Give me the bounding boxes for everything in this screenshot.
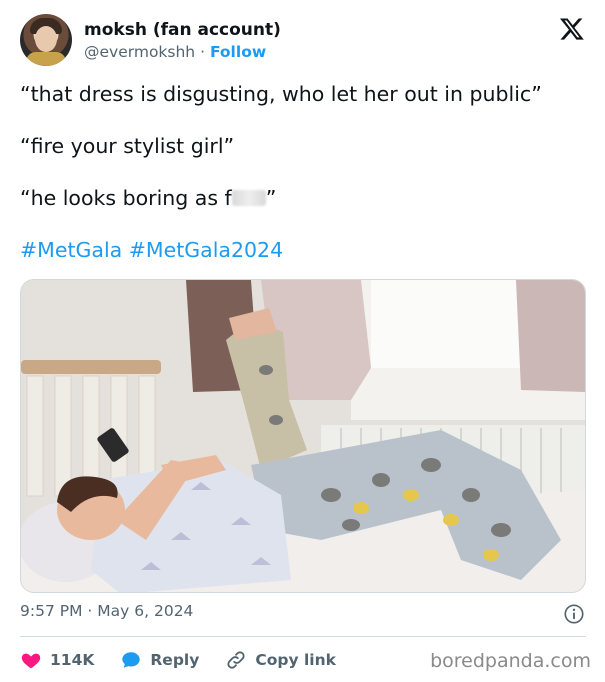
tweet-text-line-2: “fire your stylist girl”: [20, 134, 235, 158]
tweet-text-line-1: “that dress is disgusting, who let her o…: [20, 82, 542, 106]
photo-illustration: [21, 280, 585, 592]
line-3-suffix: ”: [265, 186, 277, 210]
tweet-time: 9:57 PM: [20, 602, 83, 620]
meta-separator: ·: [87, 602, 93, 620]
tweet-header: moksh (fan account) @evermokshh · Follow: [20, 14, 585, 68]
reply-bubble-icon: [122, 652, 141, 668]
reply-label: Reply: [150, 651, 200, 669]
hashtags[interactable]: #MetGala #MetGala2024: [20, 236, 283, 264]
like-count: 114K: [50, 651, 95, 669]
copy-link-button[interactable]: Copy link: [225, 649, 336, 671]
watermark-text: boredpanda.com: [430, 650, 591, 672]
tweet-timestamp[interactable]: 9:57 PM · May 6, 2024: [20, 602, 193, 620]
handle-separator: ·: [200, 43, 206, 61]
avatar[interactable]: [20, 14, 72, 66]
tweet-date: May 6, 2024: [97, 602, 194, 620]
author-handle[interactable]: @evermokshh: [84, 43, 195, 61]
divider: [20, 636, 586, 637]
author-handle-row: @evermokshh · Follow: [84, 43, 266, 61]
link-icon: [227, 651, 245, 669]
like-button[interactable]: 114K: [20, 649, 94, 671]
copy-link-label: Copy link: [255, 651, 336, 669]
action-bar: 114K Reply Copy link: [20, 648, 336, 672]
tweet-text-line-3: “he looks boring as f ”: [20, 184, 276, 212]
heart-icon: [21, 653, 41, 669]
tweet-photo[interactable]: [20, 279, 586, 593]
line-3-prefix: “he looks boring as f: [20, 186, 232, 210]
x-logo-icon[interactable]: [559, 16, 585, 42]
author-name[interactable]: moksh (fan account): [84, 20, 281, 40]
censor-blur: [231, 190, 266, 206]
info-icon[interactable]: [563, 603, 585, 625]
follow-button[interactable]: Follow: [210, 43, 266, 61]
reply-button[interactable]: Reply: [120, 649, 199, 671]
